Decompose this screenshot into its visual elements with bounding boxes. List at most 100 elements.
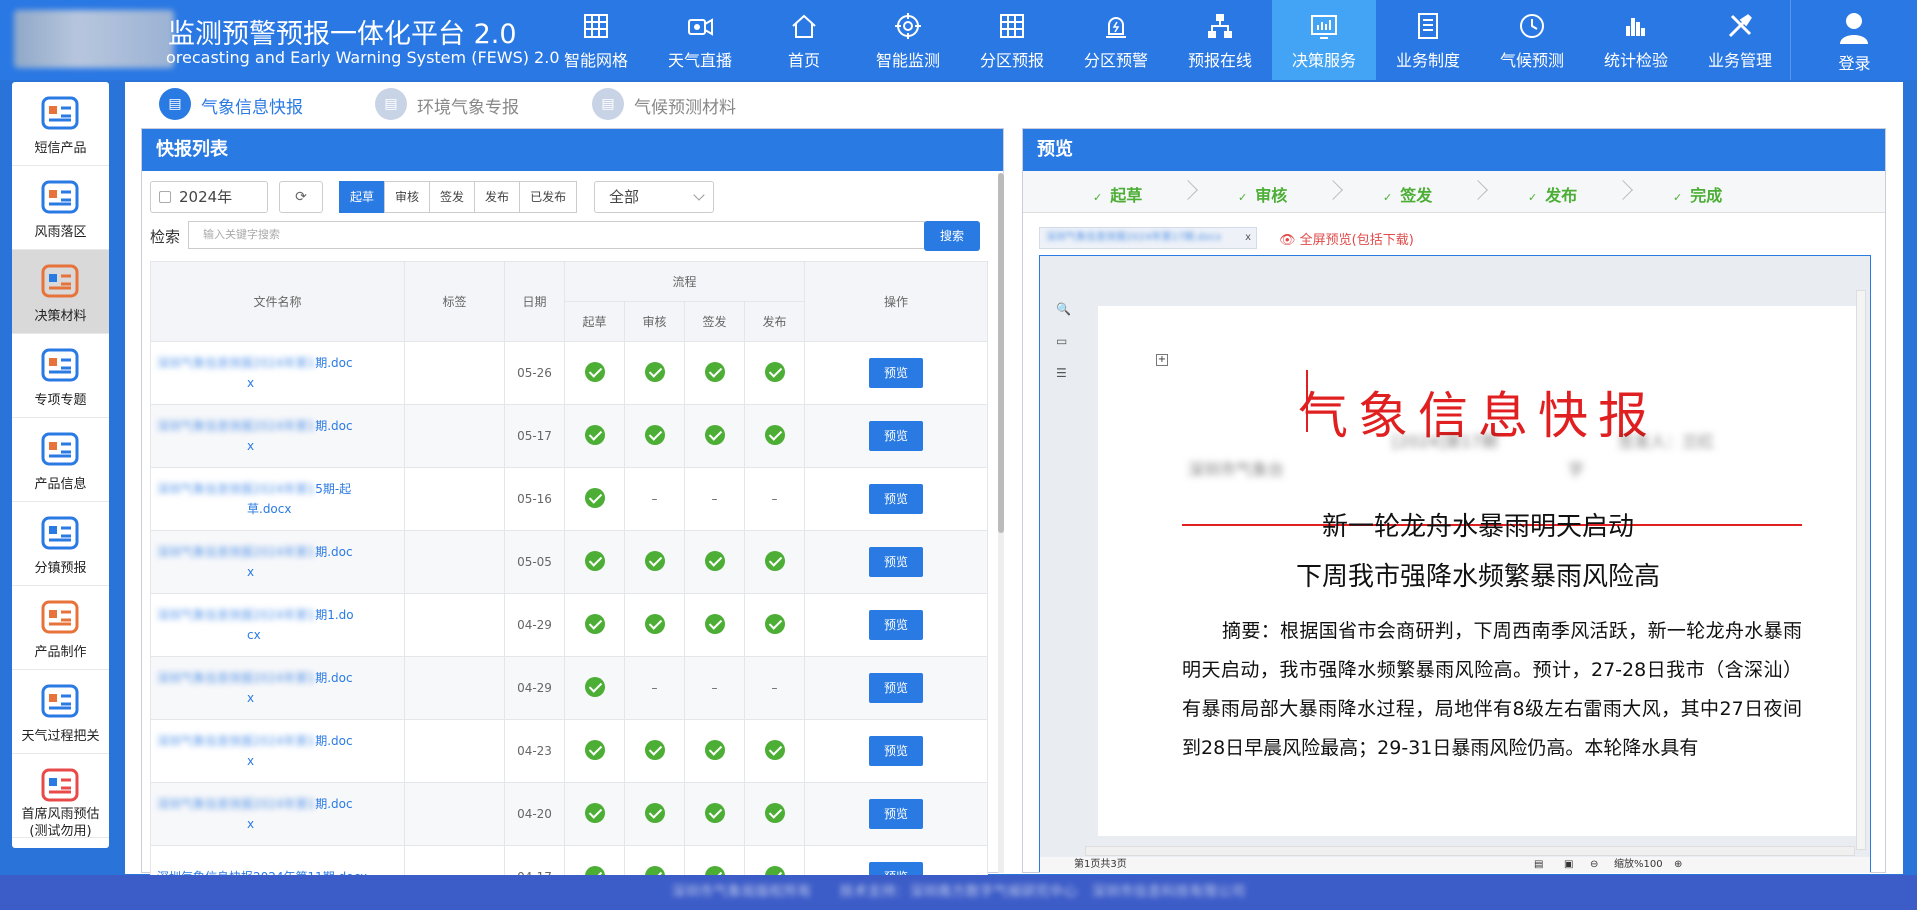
file-name-cell[interactable]: 深圳气象信息快报2024年第1期.doc x bbox=[150, 341, 405, 405]
filter-1[interactable]: 审核 bbox=[384, 181, 431, 213]
flow-cell bbox=[624, 593, 685, 657]
zoom-out-icon[interactable]: ⊖ bbox=[1590, 857, 1598, 873]
preview-button[interactable]: 预览 bbox=[869, 799, 923, 829]
op-cell: 预览 bbox=[804, 719, 988, 783]
step-1: ✓ 审核 bbox=[1238, 182, 1287, 206]
file-name-tail[interactable]: 期.doc bbox=[315, 356, 352, 370]
status-select[interactable]: 全部 bbox=[594, 181, 714, 213]
file-name-tail[interactable]: 期.doc bbox=[315, 797, 352, 811]
list-scrollbar[interactable] bbox=[998, 173, 1004, 873]
filter-2[interactable]: 签发 bbox=[429, 181, 476, 213]
sidebar-item-7[interactable]: 天气过程把关 bbox=[12, 670, 109, 754]
filter-0[interactable]: 起草 bbox=[339, 181, 386, 213]
sidebar-item-2[interactable]: 决策材料 bbox=[12, 250, 109, 334]
file-name-tail[interactable]: 期1.do bbox=[315, 608, 353, 622]
col-step-1: 审核 bbox=[624, 301, 685, 342]
sidebar-item-0[interactable]: 短信产品 bbox=[12, 82, 109, 166]
file-name-blurred[interactable]: 深圳气象信息快报2024年第1 bbox=[157, 356, 315, 370]
file-name-tail[interactable]: 5期-起 bbox=[315, 482, 351, 496]
sidebar-label: 天气过程把关 bbox=[21, 729, 100, 744]
preview-button[interactable]: 预览 bbox=[869, 673, 923, 703]
search-input[interactable]: 输入关键字搜索 bbox=[188, 221, 925, 249]
file-name-cell[interactable]: 深圳气象信息快报2024年第1期.doc x bbox=[150, 530, 405, 594]
nav-item-2[interactable]: 首页 bbox=[752, 0, 856, 80]
sidebar-item-1[interactable]: 风雨落区 bbox=[12, 166, 109, 250]
nav-item-11[interactable]: 业务管理 bbox=[1688, 0, 1792, 80]
doc-vertical-scrollbar[interactable] bbox=[1856, 290, 1866, 850]
file-name-blurred[interactable]: 深圳气象信息快报2024年第1 bbox=[157, 545, 315, 559]
file-name-tail2[interactable]: x bbox=[157, 754, 254, 768]
preview-button[interactable]: 预览 bbox=[869, 547, 923, 577]
doc-horizontal-scrollbar[interactable] bbox=[1085, 846, 1855, 856]
file-name-cell[interactable]: 深圳气象信息快报2024年第1期.doc x bbox=[150, 404, 405, 468]
file-name-tail2[interactable]: x bbox=[157, 565, 254, 579]
flow-cell bbox=[744, 719, 805, 783]
nav-item-4[interactable]: 分区预报 bbox=[960, 0, 1064, 80]
file-name-cell[interactable]: 深圳气象信息快报2024年第1期.doc x bbox=[150, 656, 405, 720]
file-name-blurred[interactable]: 深圳气象信息快报2024年第1 bbox=[157, 608, 315, 622]
file-tag[interactable]: 深圳气象信息快报2024年第17期.docx x bbox=[1039, 227, 1257, 249]
file-name-cell[interactable]: 深圳气象信息快报2024年第1期.doc x bbox=[150, 782, 405, 846]
chevron-right-icon bbox=[1323, 180, 1343, 200]
login-button[interactable]: 登录 bbox=[1790, 0, 1917, 80]
sidebar-item-5[interactable]: 分镇预报 bbox=[12, 502, 109, 586]
filter-3[interactable]: 发布 bbox=[474, 181, 521, 213]
nav-item-3[interactable]: 智能监测 bbox=[856, 0, 960, 80]
preview-button[interactable]: 预览 bbox=[869, 484, 923, 514]
sidebar-label: 首席风雨预估 (测试勿用) bbox=[21, 807, 100, 839]
file-name-tail2[interactable]: x bbox=[157, 817, 254, 831]
preview-button[interactable]: 预览 bbox=[869, 421, 923, 451]
fit-icon[interactable]: ▣ bbox=[1564, 857, 1573, 873]
sidebar-item-6[interactable]: 产品制作 bbox=[12, 586, 109, 670]
year-picker[interactable]: 2024年 bbox=[150, 181, 268, 213]
sidebar-item-8[interactable]: 首席风雨预估 (测试勿用) bbox=[12, 754, 109, 839]
file-name-tail[interactable]: 期.doc bbox=[315, 419, 352, 433]
flow-cell: – bbox=[684, 467, 745, 531]
sidebar-item-3[interactable]: 专项专题 bbox=[12, 334, 109, 418]
preview-button[interactable]: 预览 bbox=[869, 358, 923, 388]
filter-4[interactable]: 已发布 bbox=[519, 181, 578, 213]
file-name-tail[interactable]: 期.doc bbox=[315, 545, 352, 559]
file-name-cell[interactable]: 深圳气象信息快报2024年第15期-起草.docx bbox=[150, 467, 405, 531]
refresh-button[interactable]: ⟳ bbox=[279, 181, 323, 213]
preview-button[interactable]: 预览 bbox=[869, 736, 923, 766]
doc-date: 字 bbox=[1568, 460, 1585, 479]
nav-item-10[interactable]: 统计检验 bbox=[1584, 0, 1688, 80]
file-name-tail[interactable]: 期.doc bbox=[315, 671, 352, 685]
view-mode-icon[interactable]: ▤ bbox=[1534, 857, 1543, 873]
file-name-tail2[interactable]: x bbox=[157, 439, 254, 453]
file-name-tail2[interactable]: x bbox=[157, 376, 254, 390]
nav-item-7[interactable]: 决策服务 bbox=[1272, 0, 1376, 80]
nav-item-8[interactable]: 业务制度 bbox=[1376, 0, 1480, 80]
nav-item-1[interactable]: 天气直播 bbox=[648, 0, 752, 80]
file-name-cell[interactable]: 深圳气象信息快报2024年第1期1.do cx bbox=[150, 593, 405, 657]
file-name-blurred[interactable]: 深圳气象信息快报2024年第1 bbox=[157, 797, 315, 811]
comment-icon[interactable]: ▭ bbox=[1056, 334, 1072, 348]
file-name-tail2[interactable]: 草.docx bbox=[157, 502, 291, 516]
file-name-blurred[interactable]: 深圳气象信息快报2024年第1 bbox=[157, 419, 315, 433]
fullscreen-preview-link[interactable]: 👁 全屏预览(包括下载) bbox=[1279, 229, 1414, 248]
file-name-tail2[interactable]: x bbox=[157, 691, 254, 705]
check-icon bbox=[584, 361, 605, 382]
table-row: 深圳气象信息快报2024年第15期-起 草.docx 05-16 – – – 预览 bbox=[150, 467, 988, 531]
search-icon[interactable]: 🔍 bbox=[1056, 302, 1072, 316]
search-button[interactable]: 搜索 bbox=[924, 221, 980, 251]
nav-item-6[interactable]: 预报在线 bbox=[1168, 0, 1272, 80]
nav-item-9[interactable]: 气候预测 bbox=[1480, 0, 1584, 80]
preview-panel: 预览 ✓ 起草 ✓ 审核 ✓ 签发 ✓ 发布 ✓ 完成 深圳气象信息快报2024年第17期.doc… bbox=[1022, 128, 1886, 873]
nav-item-0[interactable]: 智能网格 bbox=[544, 0, 648, 80]
file-name-blurred[interactable]: 深圳气象信息快报2024年第1 bbox=[157, 482, 315, 496]
viewer-toolbar: 🔍 ▭ ☰ bbox=[1040, 256, 1087, 856]
sidebar-item-4[interactable]: 产品信息 bbox=[12, 418, 109, 502]
file-name-tail2[interactable]: cx bbox=[157, 628, 261, 642]
nav-item-5[interactable]: 分区预警 bbox=[1064, 0, 1168, 80]
outline-icon[interactable]: ☰ bbox=[1056, 366, 1072, 380]
sidebar-label: 决策材料 bbox=[34, 309, 87, 324]
file-name-cell[interactable]: 深圳气象信息快报2024年第1期.doc x bbox=[150, 719, 405, 783]
file-name-blurred[interactable]: 深圳气象信息快报2024年第1 bbox=[157, 734, 315, 748]
zoom-in-icon[interactable]: ⊕ bbox=[1674, 857, 1682, 873]
file-name-blurred[interactable]: 深圳气象信息快报2024年第1 bbox=[157, 671, 315, 685]
close-icon[interactable]: x bbox=[1245, 228, 1251, 248]
file-name-tail[interactable]: 期.doc bbox=[315, 734, 352, 748]
preview-button[interactable]: 预览 bbox=[869, 610, 923, 640]
